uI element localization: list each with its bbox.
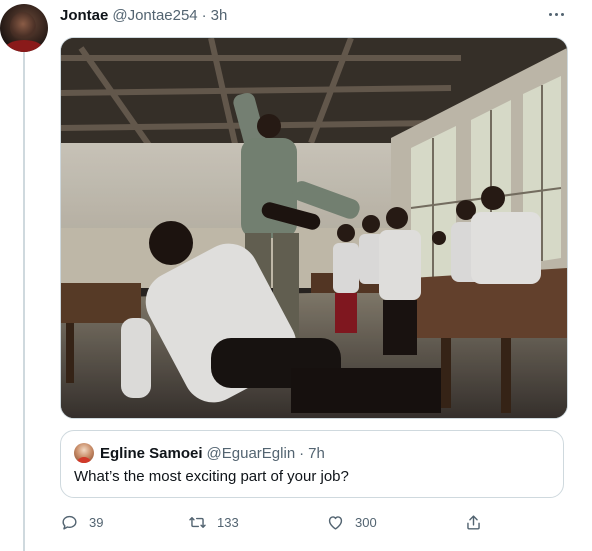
quoted-tweet-text: What’s the most exciting part of your jo…	[74, 468, 349, 485]
quoted-author-handle: @EguarEglin	[206, 444, 296, 462]
reply-button[interactable]: 39	[60, 510, 103, 534]
quoted-author-name: Egline Samoei	[100, 444, 203, 462]
retweet-count: 133	[217, 514, 239, 530]
quoted-tweet[interactable]: Egline Samoei @EguarEglin · 7h What’s th…	[60, 430, 564, 498]
tweet-photo[interactable]	[60, 37, 568, 419]
tweet-header: Jontae @Jontae254 · 3h	[60, 5, 227, 25]
reply-count: 39	[89, 514, 104, 530]
author-name[interactable]: Jontae	[60, 7, 108, 24]
quoted-author-avatar	[74, 443, 94, 463]
share-button[interactable]	[464, 510, 493, 534]
tweet-actions: 39 133 300	[60, 510, 530, 534]
avatar-face	[10, 12, 36, 42]
quoted-tweet-header: Egline Samoei @EguarEglin · 7h	[74, 443, 325, 463]
reply-icon	[62, 515, 77, 530]
separator-dot: ·	[299, 444, 305, 462]
quoted-tweet-timestamp: 7h	[308, 444, 325, 462]
thread-line	[23, 52, 25, 551]
heart-icon	[328, 515, 343, 530]
retweet-icon	[189, 516, 206, 528]
classroom-photo	[61, 38, 567, 418]
like-count: 300	[355, 514, 377, 530]
tweet-timestamp[interactable]: 3h	[211, 7, 228, 24]
separator-dot: ·	[201, 6, 207, 24]
author-handle[interactable]: @Jontae254	[112, 7, 197, 24]
retweet-button[interactable]: 133	[188, 510, 239, 534]
author-avatar[interactable]	[0, 4, 48, 52]
avatar-shirt	[4, 40, 44, 52]
share-icon	[467, 514, 480, 530]
more-options-icon[interactable]	[544, 4, 568, 24]
like-button[interactable]: 300	[326, 510, 377, 534]
